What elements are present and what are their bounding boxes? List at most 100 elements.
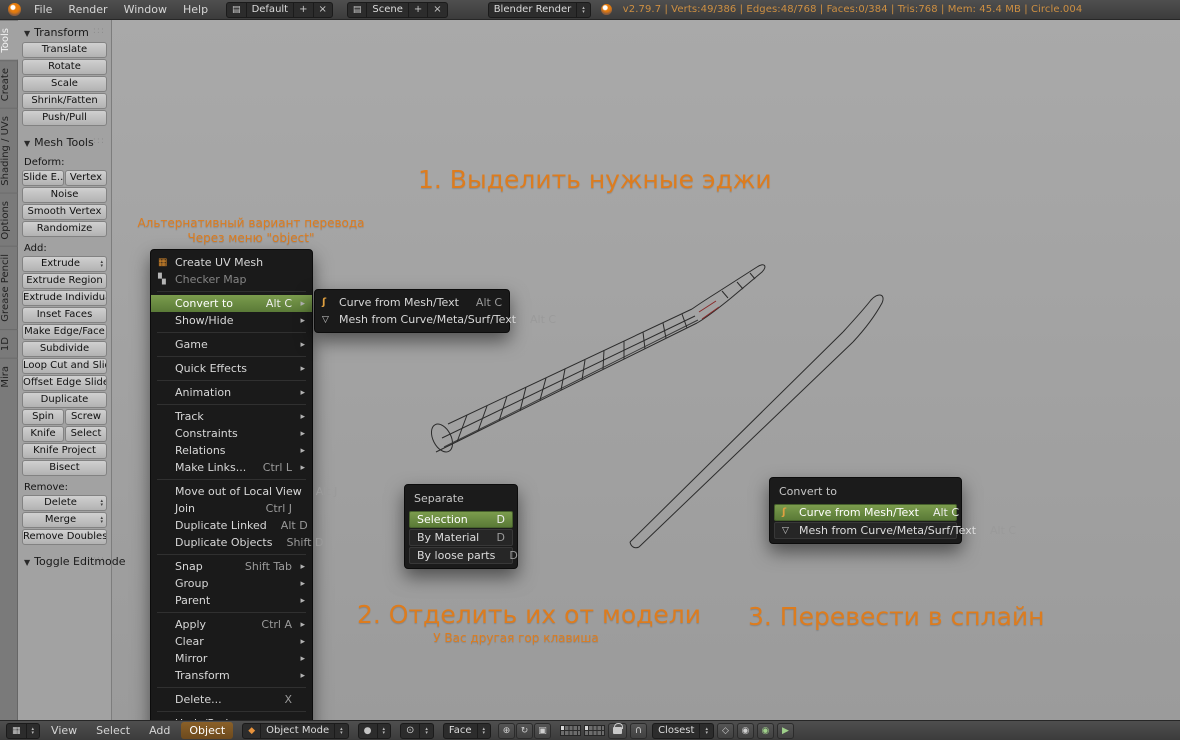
menu-item-show-hide[interactable]: Show/Hide: [151, 312, 312, 329]
tool-button-extrude-region[interactable]: Extrude Region: [22, 273, 107, 289]
menu-item-transform[interactable]: Transform: [151, 667, 312, 684]
menu-item-delete[interactable]: Delete... X: [151, 691, 312, 708]
menu-item-mirror[interactable]: Mirror: [151, 650, 312, 667]
snap-target-value[interactable]: Closest: [653, 724, 699, 738]
tool-button-make-edge-face[interactable]: Make Edge/Face: [22, 324, 107, 340]
separate-option-selection[interactable]: Selection D: [409, 511, 513, 528]
tool-button-select[interactable]: Select: [65, 426, 107, 442]
opengl-render-still-button[interactable]: [756, 722, 774, 739]
menu-item-constraints[interactable]: Constraints: [151, 425, 312, 442]
menu-item-create-uv-mesh[interactable]: Create UV Mesh: [151, 254, 312, 271]
delete-dropdown[interactable]: Delete: [22, 495, 107, 511]
submenu-item-curve-from-mesh[interactable]: Curve from Mesh/Text Alt C: [315, 294, 509, 311]
manipulator-rotate-button[interactable]: [516, 722, 534, 739]
blender-logo[interactable]: [8, 3, 21, 16]
manipulator-scale-button[interactable]: [534, 722, 552, 739]
separate-option-by-material[interactable]: By Material D: [409, 529, 513, 546]
menu-item-checker-map[interactable]: Checker Map: [151, 271, 312, 288]
menu-item-group[interactable]: Group: [151, 575, 312, 592]
tool-button-slide-edge[interactable]: Slide E...: [22, 170, 64, 186]
editor-type-select[interactable]: [6, 722, 41, 739]
snap-element-value[interactable]: Face: [444, 724, 477, 738]
scene-name[interactable]: Scene: [366, 2, 408, 17]
tool-button-offset-edge-slide[interactable]: Offset Edge Slide: [22, 375, 107, 391]
tool-button-randomize[interactable]: Randomize: [22, 221, 107, 237]
tab-shading-uvs[interactable]: Shading / UVs: [0, 107, 18, 193]
snap-element-select[interactable]: Face: [442, 722, 492, 739]
menu-item-join[interactable]: Join Ctrl J: [151, 500, 312, 517]
lock-scene-button[interactable]: [608, 722, 628, 739]
panel-header-mesh-tools[interactable]: Mesh Tools: [22, 132, 107, 152]
menu-item-make-links[interactable]: Make Links... Ctrl L: [151, 459, 312, 476]
tab-create[interactable]: Create: [0, 59, 18, 108]
tab-tools[interactable]: Tools: [0, 20, 18, 60]
menu-file[interactable]: File: [26, 1, 60, 18]
mode-select[interactable]: Object Mode: [242, 722, 349, 739]
snap-peel-object-button[interactable]: [716, 722, 734, 739]
panel-header-transform[interactable]: Transform: [22, 22, 107, 42]
tool-button-loop-cut[interactable]: Loop Cut and Slide: [22, 358, 107, 374]
scene-selector[interactable]: Scene: [346, 1, 448, 18]
merge-dropdown[interactable]: Merge: [22, 512, 107, 528]
add-scene-icon[interactable]: [407, 2, 427, 17]
menu-item-track[interactable]: Track: [151, 408, 312, 425]
menu-item-duplicate-linked[interactable]: Duplicate Linked Alt D: [151, 517, 312, 534]
delete-scene-icon[interactable]: [427, 2, 446, 17]
menu-render[interactable]: Render: [60, 1, 115, 18]
tool-button-rotate[interactable]: Rotate: [22, 59, 107, 75]
panel-header-toggle-editmode[interactable]: Toggle Editmode: [22, 551, 126, 571]
layers-grid-left[interactable]: [560, 725, 582, 736]
layers-widget[interactable]: [560, 725, 606, 736]
menu-select[interactable]: Select: [88, 722, 138, 739]
pivot-select[interactable]: [400, 722, 434, 739]
convert-option-curve[interactable]: Curve from Mesh/Text Alt C: [774, 504, 959, 521]
menu-item-relations[interactable]: Relations: [151, 442, 312, 459]
tab-grease-pencil[interactable]: Grease Pencil: [0, 246, 18, 329]
add-layout-icon[interactable]: [293, 2, 312, 17]
browse-layouts-icon[interactable]: [227, 3, 246, 17]
snap-target-select[interactable]: Closest: [652, 722, 714, 739]
menu-help[interactable]: Help: [175, 1, 216, 18]
menu-window[interactable]: Window: [116, 1, 175, 18]
manipulator-translate-button[interactable]: [498, 722, 516, 739]
menu-item-animation[interactable]: Animation: [151, 384, 312, 401]
tool-button-screw[interactable]: Screw: [65, 409, 107, 425]
tool-button-duplicate[interactable]: Duplicate: [22, 392, 107, 408]
browse-scenes-icon[interactable]: [348, 3, 367, 17]
tab-mira[interactable]: Mira: [0, 357, 18, 395]
menu-item-quick-effects[interactable]: Quick Effects: [151, 360, 312, 377]
menu-view[interactable]: View: [43, 722, 85, 739]
mode-value[interactable]: Object Mode: [260, 723, 334, 738]
proportional-edit-button[interactable]: [736, 722, 754, 739]
menu-item-move-out-of-local-view[interactable]: Move out of Local View Alt J: [151, 483, 337, 500]
extrude-dropdown[interactable]: Extrude: [22, 256, 107, 272]
convert-option-mesh[interactable]: Mesh from Curve/Meta/Surf/Text Alt C: [774, 522, 1016, 539]
menu-add[interactable]: Add: [141, 722, 178, 739]
submenu-item-mesh-from-curve[interactable]: Mesh from Curve/Meta/Surf/Text Alt C: [315, 311, 556, 328]
render-engine-select[interactable]: Blender Render: [487, 1, 591, 18]
tool-button-scale[interactable]: Scale: [22, 76, 107, 92]
tool-button-vertex[interactable]: Vertex: [65, 170, 107, 186]
menu-item-game[interactable]: Game: [151, 336, 312, 353]
tool-button-knife-project[interactable]: Knife Project: [22, 443, 107, 459]
menu-item-snap[interactable]: Snap Shift Tab: [151, 558, 312, 575]
menu-item-duplicate-objects[interactable]: Duplicate Objects Shift D: [151, 534, 323, 551]
tool-button-shrink-fatten[interactable]: Shrink/Fatten: [22, 93, 107, 109]
tool-button-spin[interactable]: Spin: [22, 409, 64, 425]
tab-options[interactable]: Options: [0, 192, 18, 247]
viewport-shading-select[interactable]: [357, 722, 392, 739]
menu-item-clear[interactable]: Clear: [151, 633, 312, 650]
menu-object[interactable]: Object: [181, 722, 234, 739]
menu-item-convert-to[interactable]: Convert to Alt C: [151, 295, 312, 312]
engine-name[interactable]: Blender Render: [489, 3, 577, 17]
snap-toggle-button[interactable]: [630, 722, 648, 739]
tool-button-extrude-individual[interactable]: Extrude Individual: [22, 290, 107, 306]
layers-grid-right[interactable]: [584, 725, 606, 736]
tool-button-remove-doubles[interactable]: Remove Doubles: [22, 529, 107, 545]
tool-button-smooth-vertex[interactable]: Smooth Vertex: [22, 204, 107, 220]
tool-button-inset-faces[interactable]: Inset Faces: [22, 307, 107, 323]
menu-item-apply[interactable]: Apply Ctrl A: [151, 616, 312, 633]
screen-layout-selector[interactable]: Default: [226, 1, 333, 18]
tab-1d[interactable]: 1D: [0, 328, 18, 358]
tool-button-noise[interactable]: Noise: [22, 187, 107, 203]
